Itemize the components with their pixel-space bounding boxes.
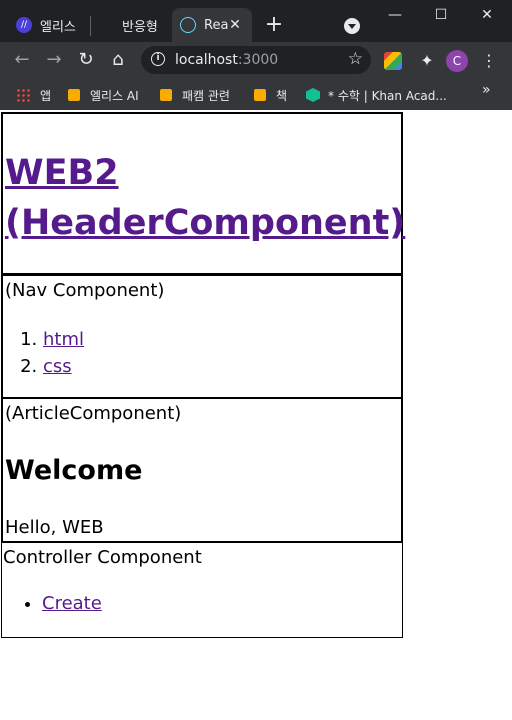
controller-label: Controller Component xyxy=(3,547,202,568)
bookmark-khan-academy[interactable]: * 수학 | Khan Acad... xyxy=(306,86,447,104)
more-bookmarks-icon[interactable]: » xyxy=(482,82,491,98)
list-item: Create xyxy=(42,593,102,614)
tab-title: 엘리스 xyxy=(40,19,76,35)
reload-icon[interactable]: ↻ xyxy=(74,48,98,72)
back-icon[interactable]: ← xyxy=(10,48,34,72)
page-content: WEB2 (HeaderComponent) (Nav Component) h… xyxy=(0,110,512,720)
khan-academy-icon xyxy=(306,88,320,102)
tab-strip: // 엘리스 반응형 Rea ✕ + — ☐ ✕ xyxy=(0,0,512,42)
nav-list: html css xyxy=(3,326,84,380)
forward-icon[interactable]: → xyxy=(42,48,66,72)
profile-avatar[interactable]: C xyxy=(446,50,468,72)
minimize-icon[interactable]: — xyxy=(384,4,406,26)
tab-search-icon[interactable] xyxy=(344,18,360,34)
article-heading: Welcome xyxy=(5,455,143,486)
tab-title: 반응형 xyxy=(122,19,158,35)
bookmarks-bar: 앱 엘리스 AI 패캠 관련 책 * 수학 | Khan Acad... » xyxy=(0,78,512,110)
bookmark-star-icon[interactable]: ☆ xyxy=(348,49,363,69)
bookmark-fastcampus[interactable]: 패캠 관련 xyxy=(160,86,230,104)
bookmark-elice-ai[interactable]: 엘리스 AI xyxy=(68,86,139,104)
nav-component: (Nav Component) html css xyxy=(1,274,403,399)
puzzle-extensions-icon[interactable]: ✦ xyxy=(416,50,438,72)
list-item: css xyxy=(43,353,84,380)
home-icon[interactable]: ⌂ xyxy=(106,48,130,72)
new-tab-icon[interactable]: + xyxy=(262,14,286,38)
react-favicon-icon xyxy=(180,17,196,33)
header-title-link[interactable]: WEB2 (HeaderComponent) xyxy=(5,148,405,248)
bookmark-apps[interactable]: 앱 xyxy=(16,86,51,104)
article-component: (ArticleComponent) Welcome Hello, WEB xyxy=(1,397,403,543)
folder-icon xyxy=(254,89,266,101)
elice-favicon-icon: // xyxy=(16,17,32,33)
bookmark-books[interactable]: 책 xyxy=(254,86,287,104)
address-url[interactable]: localhost:3000 xyxy=(175,52,278,68)
nav-link-html[interactable]: html xyxy=(43,329,84,350)
article-body: Hello, WEB xyxy=(5,517,104,538)
create-link[interactable]: Create xyxy=(42,593,102,614)
controller-list: Create xyxy=(2,593,102,614)
list-item: html xyxy=(43,326,84,353)
close-window-icon[interactable]: ✕ xyxy=(476,4,498,26)
folder-icon xyxy=(160,89,172,101)
site-info-icon[interactable]: i xyxy=(151,52,165,66)
tab-divider xyxy=(90,16,91,36)
tab-title: Rea xyxy=(204,17,229,33)
folder-icon xyxy=(68,89,80,101)
extension-icon[interactable] xyxy=(384,52,402,70)
menu-kebab-icon[interactable]: ⋮ xyxy=(478,50,500,72)
apps-grid-icon xyxy=(16,88,30,102)
page-favicon-icon xyxy=(100,17,114,33)
close-tab-icon[interactable]: ✕ xyxy=(226,16,244,34)
browser-chrome: // 엘리스 반응형 Rea ✕ + — ☐ ✕ ← → ↻ ⌂ i local… xyxy=(0,0,512,110)
header-component: WEB2 (HeaderComponent) xyxy=(1,112,405,275)
maximize-icon[interactable]: ☐ xyxy=(430,4,452,26)
article-label: (ArticleComponent) xyxy=(5,403,182,424)
address-bar[interactable]: i localhost:3000 ☆ xyxy=(141,46,371,74)
nav-label: (Nav Component) xyxy=(5,280,165,301)
nav-link-css[interactable]: css xyxy=(43,356,72,377)
tab-responsive[interactable]: 반응형 xyxy=(94,8,170,42)
tab-elice[interactable]: // 엘리스 xyxy=(8,8,88,42)
controller-component: Controller Component Create xyxy=(1,542,403,638)
tab-react-active[interactable]: Rea ✕ xyxy=(172,8,252,42)
